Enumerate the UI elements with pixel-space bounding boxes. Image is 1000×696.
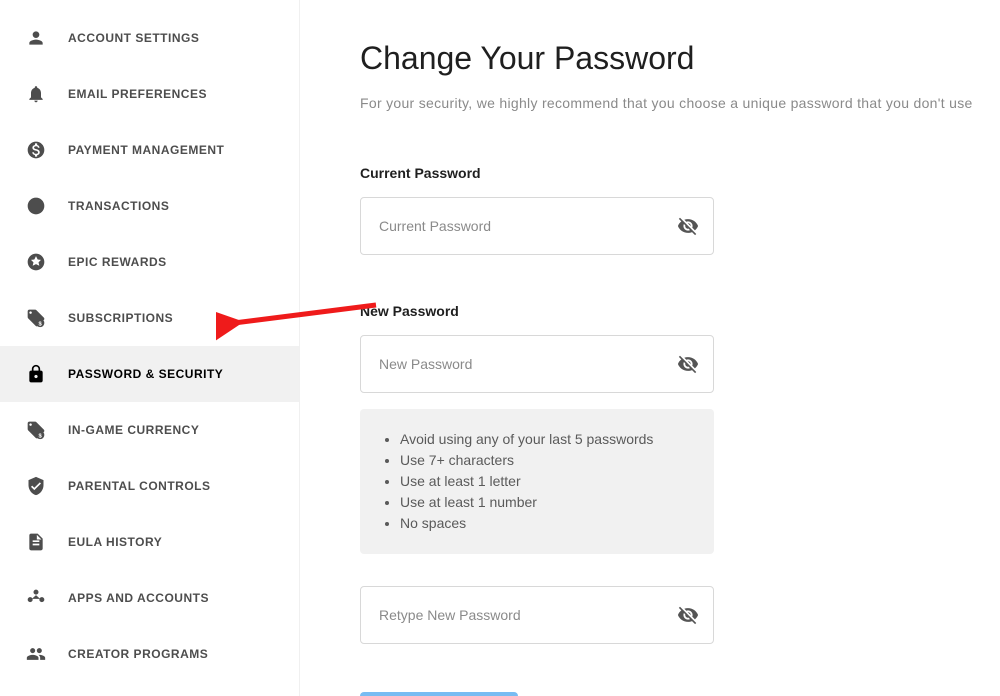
current-password-input[interactable] — [360, 197, 714, 255]
sidebar-item-account-settings[interactable]: ACCOUNT SETTINGS — [0, 10, 299, 66]
bell-icon — [24, 82, 48, 106]
new-password-label: New Password — [360, 303, 1000, 319]
sidebar-item-in-game-currency[interactable]: $ IN-GAME CURRENCY — [0, 402, 299, 458]
hint-item: Use 7+ characters — [400, 450, 694, 471]
retype-password-input[interactable] — [360, 586, 714, 644]
sidebar-item-label: PASSWORD & SECURITY — [68, 367, 223, 381]
sidebar-item-payment-management[interactable]: PAYMENT MANAGEMENT — [0, 122, 299, 178]
hint-item: Use at least 1 number — [400, 492, 694, 513]
visibility-off-icon[interactable] — [676, 603, 700, 627]
save-changes-button[interactable]: SAVE CHANGES — [360, 692, 518, 696]
shield-check-icon — [24, 474, 48, 498]
password-hints: Avoid using any of your last 5 passwords… — [360, 409, 714, 554]
hint-item: Use at least 1 letter — [400, 471, 694, 492]
sidebar-item-marketplace-seller[interactable]: MARKETPLACE SELLER — [0, 682, 299, 696]
main-content: Change Your Password For your security, … — [300, 0, 1000, 696]
sidebar-item-eula-history[interactable]: EULA HISTORY — [0, 514, 299, 570]
sidebar-item-label: TRANSACTIONS — [68, 199, 169, 213]
sidebar-item-label: SUBSCRIPTIONS — [68, 311, 173, 325]
new-password-input[interactable] — [360, 335, 714, 393]
sidebar-item-email-preferences[interactable]: EMAIL PREFERENCES — [0, 66, 299, 122]
apps-icon — [24, 586, 48, 610]
sidebar: ACCOUNT SETTINGS EMAIL PREFERENCES PAYME… — [0, 0, 300, 696]
sidebar-item-label: EPIC REWARDS — [68, 255, 167, 269]
current-password-label: Current Password — [360, 165, 1000, 181]
hint-item: Avoid using any of your last 5 passwords — [400, 429, 694, 450]
people-icon — [24, 642, 48, 666]
sidebar-item-creator-programs[interactable]: CREATOR PROGRAMS — [0, 626, 299, 682]
sidebar-item-label: PARENTAL CONTROLS — [68, 479, 211, 493]
sidebar-item-label: EULA HISTORY — [68, 535, 162, 549]
sidebar-item-label: CREATOR PROGRAMS — [68, 647, 208, 661]
sidebar-item-label: EMAIL PREFERENCES — [68, 87, 207, 101]
dollar-circle-icon — [24, 138, 48, 162]
sidebar-item-label: APPS AND ACCOUNTS — [68, 591, 209, 605]
sidebar-item-subscriptions[interactable]: $ SUBSCRIPTIONS — [0, 290, 299, 346]
page-subtitle: For your security, we highly recommend t… — [360, 95, 1000, 111]
document-icon — [24, 530, 48, 554]
person-icon — [24, 26, 48, 50]
tag-dollar-icon: $ — [24, 418, 48, 442]
visibility-off-icon[interactable] — [676, 214, 700, 238]
sidebar-item-label: ACCOUNT SETTINGS — [68, 31, 199, 45]
sidebar-item-label: IN-GAME CURRENCY — [68, 423, 199, 437]
rewards-icon — [24, 250, 48, 274]
page-title: Change Your Password — [360, 40, 1000, 77]
sidebar-item-parental-controls[interactable]: PARENTAL CONTROLS — [0, 458, 299, 514]
visibility-off-icon[interactable] — [676, 352, 700, 376]
sidebar-item-apps-accounts[interactable]: APPS AND ACCOUNTS — [0, 570, 299, 626]
sidebar-item-label: PAYMENT MANAGEMENT — [68, 143, 224, 157]
lock-icon — [24, 362, 48, 386]
clock-icon — [24, 194, 48, 218]
sidebar-item-transactions[interactable]: TRANSACTIONS — [0, 178, 299, 234]
hint-item: No spaces — [400, 513, 694, 534]
sidebar-item-password-security[interactable]: PASSWORD & SECURITY — [0, 346, 299, 402]
tag-dollar-icon: $ — [24, 306, 48, 330]
sidebar-item-epic-rewards[interactable]: EPIC REWARDS — [0, 234, 299, 290]
